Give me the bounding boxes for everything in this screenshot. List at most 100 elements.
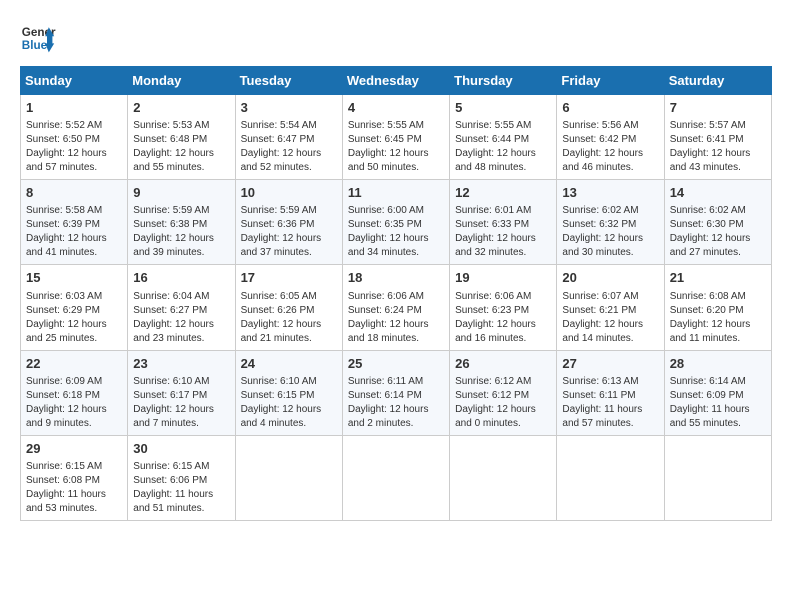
calendar-cell: 30 Sunrise: 6:15 AM Sunset: 6:06 PM Dayli… (128, 435, 235, 520)
day-info: Sunrise: 5:59 AM Sunset: 6:38 PM Dayligh… (133, 204, 229, 260)
day-number: 4 (348, 99, 444, 117)
day-info: Sunrise: 6:15 AM Sunset: 6:08 PM Dayligh… (26, 460, 122, 516)
calendar-cell: 4 Sunrise: 5:55 AM Sunset: 6:45 PM Daylig… (342, 95, 449, 180)
svg-text:Blue: Blue (22, 39, 48, 52)
weekday-header-thursday: Thursday (450, 67, 557, 95)
day-info: Sunrise: 6:00 AM Sunset: 6:35 PM Dayligh… (348, 204, 444, 260)
day-number: 6 (562, 99, 658, 117)
weekday-header-saturday: Saturday (664, 67, 771, 95)
calendar-cell: 15 Sunrise: 6:03 AM Sunset: 6:29 PM Dayli… (21, 265, 128, 350)
day-number: 8 (26, 184, 122, 202)
day-number: 30 (133, 440, 229, 458)
day-number: 29 (26, 440, 122, 458)
calendar-cell: 28Sunrise: 6:14 AM Sunset: 6:09 PM Dayli… (664, 350, 771, 435)
day-number: 23 (133, 355, 229, 373)
day-number: 5 (455, 99, 551, 117)
day-info: Sunrise: 6:11 AM Sunset: 6:14 PM Dayligh… (348, 375, 444, 431)
calendar-cell: 6 Sunrise: 5:56 AM Sunset: 6:42 PM Daylig… (557, 95, 664, 180)
calendar-cell: 14 Sunrise: 6:02 AM Sunset: 6:30 PM Dayli… (664, 180, 771, 265)
day-number: 9 (133, 184, 229, 202)
day-info: Sunrise: 6:08 AM Sunset: 6:20 PM Dayligh… (670, 290, 766, 346)
calendar-cell: 21 Sunrise: 6:08 AM Sunset: 6:20 PM Dayli… (664, 265, 771, 350)
calendar-cell: 23 Sunrise: 6:10 AM Sunset: 6:17 PM Dayli… (128, 350, 235, 435)
calendar-cell: 26 Sunrise: 6:12 AM Sunset: 6:12 PM Dayli… (450, 350, 557, 435)
calendar-cell: 13 Sunrise: 6:02 AM Sunset: 6:32 PM Dayli… (557, 180, 664, 265)
day-number: 13 (562, 184, 658, 202)
weekday-header-tuesday: Tuesday (235, 67, 342, 95)
day-info: Sunrise: 6:09 AM Sunset: 6:18 PM Dayligh… (26, 375, 122, 431)
day-info: Sunrise: 6:12 AM Sunset: 6:12 PM Dayligh… (455, 375, 551, 431)
day-info: Sunrise: 6:06 AM Sunset: 6:23 PM Dayligh… (455, 290, 551, 346)
calendar-cell: 1Sunrise: 5:52 AM Sunset: 6:50 PM Daylig… (21, 95, 128, 180)
day-number: 7 (670, 99, 766, 117)
day-number: 10 (241, 184, 337, 202)
day-number: 21 (670, 269, 766, 287)
calendar-cell: 29 Sunrise: 6:15 AM Sunset: 6:08 PM Dayli… (21, 435, 128, 520)
calendar-cell (450, 435, 557, 520)
day-info: Sunrise: 6:06 AM Sunset: 6:24 PM Dayligh… (348, 290, 444, 346)
weekday-header-wednesday: Wednesday (342, 67, 449, 95)
day-info: Sunrise: 5:54 AM Sunset: 6:47 PM Dayligh… (241, 119, 337, 175)
calendar-cell (342, 435, 449, 520)
day-info: Sunrise: 6:04 AM Sunset: 6:27 PM Dayligh… (133, 290, 229, 346)
day-info: Sunrise: 5:57 AM Sunset: 6:41 PM Dayligh… (670, 119, 766, 175)
day-info: Sunrise: 6:13 AM Sunset: 6:11 PM Dayligh… (562, 375, 658, 431)
calendar-cell: 3 Sunrise: 5:54 AM Sunset: 6:47 PM Daylig… (235, 95, 342, 180)
calendar-cell (664, 435, 771, 520)
day-number: 25 (348, 355, 444, 373)
day-info: Sunrise: 5:56 AM Sunset: 6:42 PM Dayligh… (562, 119, 658, 175)
calendar-cell: 20Sunrise: 6:07 AM Sunset: 6:21 PM Dayli… (557, 265, 664, 350)
day-number: 22 (26, 355, 122, 373)
calendar-cell: 25 Sunrise: 6:11 AM Sunset: 6:14 PM Dayli… (342, 350, 449, 435)
logo-icon: General Blue (20, 20, 56, 56)
calendar-cell: 5 Sunrise: 5:55 AM Sunset: 6:44 PM Daylig… (450, 95, 557, 180)
day-info: Sunrise: 5:55 AM Sunset: 6:44 PM Dayligh… (455, 119, 551, 175)
day-number: 15 (26, 269, 122, 287)
day-number: 16 (133, 269, 229, 287)
day-number: 2 (133, 99, 229, 117)
day-number: 26 (455, 355, 551, 373)
day-info: Sunrise: 6:01 AM Sunset: 6:33 PM Dayligh… (455, 204, 551, 260)
day-number: 19 (455, 269, 551, 287)
day-info: Sunrise: 6:07 AM Sunset: 6:21 PM Dayligh… (562, 290, 658, 346)
calendar-cell: 10 Sunrise: 5:59 AM Sunset: 6:36 PM Dayli… (235, 180, 342, 265)
day-number: 1 (26, 99, 122, 117)
calendar-cell: 27 Sunrise: 6:13 AM Sunset: 6:11 PM Dayli… (557, 350, 664, 435)
calendar-cell (235, 435, 342, 520)
day-number: 14 (670, 184, 766, 202)
calendar-cell: 7 Sunrise: 5:57 AM Sunset: 6:41 PM Daylig… (664, 95, 771, 180)
weekday-header-friday: Friday (557, 67, 664, 95)
day-info: Sunrise: 5:58 AM Sunset: 6:39 PM Dayligh… (26, 204, 122, 260)
day-info: Sunrise: 6:02 AM Sunset: 6:30 PM Dayligh… (670, 204, 766, 260)
calendar-cell (557, 435, 664, 520)
calendar-cell: 19 Sunrise: 6:06 AM Sunset: 6:23 PM Dayli… (450, 265, 557, 350)
day-number: 3 (241, 99, 337, 117)
logo: General Blue (20, 20, 56, 56)
calendar-cell: 9 Sunrise: 5:59 AM Sunset: 6:38 PM Daylig… (128, 180, 235, 265)
day-number: 12 (455, 184, 551, 202)
day-info: Sunrise: 6:10 AM Sunset: 6:17 PM Dayligh… (133, 375, 229, 431)
day-info: Sunrise: 6:03 AM Sunset: 6:29 PM Dayligh… (26, 290, 122, 346)
day-number: 27 (562, 355, 658, 373)
calendar-cell: 12 Sunrise: 6:01 AM Sunset: 6:33 PM Dayli… (450, 180, 557, 265)
day-number: 17 (241, 269, 337, 287)
day-info: Sunrise: 6:15 AM Sunset: 6:06 PM Dayligh… (133, 460, 229, 516)
day-info: Sunrise: 5:55 AM Sunset: 6:45 PM Dayligh… (348, 119, 444, 175)
calendar-cell: 24 Sunrise: 6:10 AM Sunset: 6:15 PM Dayli… (235, 350, 342, 435)
weekday-header-sunday: Sunday (21, 67, 128, 95)
day-number: 11 (348, 184, 444, 202)
calendar-cell: 8 Sunrise: 5:58 AM Sunset: 6:39 PM Daylig… (21, 180, 128, 265)
calendar-cell: 16 Sunrise: 6:04 AM Sunset: 6:27 PM Dayli… (128, 265, 235, 350)
calendar-cell: 17 Sunrise: 6:05 AM Sunset: 6:26 PM Dayli… (235, 265, 342, 350)
day-number: 18 (348, 269, 444, 287)
day-number: 24 (241, 355, 337, 373)
calendar-cell: 2Sunrise: 5:53 AM Sunset: 6:48 PM Daylig… (128, 95, 235, 180)
day-info: Sunrise: 6:02 AM Sunset: 6:32 PM Dayligh… (562, 204, 658, 260)
calendar-cell: 18 Sunrise: 6:06 AM Sunset: 6:24 PM Dayli… (342, 265, 449, 350)
day-info: Sunrise: 5:59 AM Sunset: 6:36 PM Dayligh… (241, 204, 337, 260)
calendar-cell: 22 Sunrise: 6:09 AM Sunset: 6:18 PM Dayli… (21, 350, 128, 435)
day-info: Sunrise: 6:14 AM Sunset: 6:09 PM Dayligh… (670, 375, 766, 431)
day-info: Sunrise: 6:05 AM Sunset: 6:26 PM Dayligh… (241, 290, 337, 346)
weekday-header-monday: Monday (128, 67, 235, 95)
day-info: Sunrise: 6:10 AM Sunset: 6:15 PM Dayligh… (241, 375, 337, 431)
